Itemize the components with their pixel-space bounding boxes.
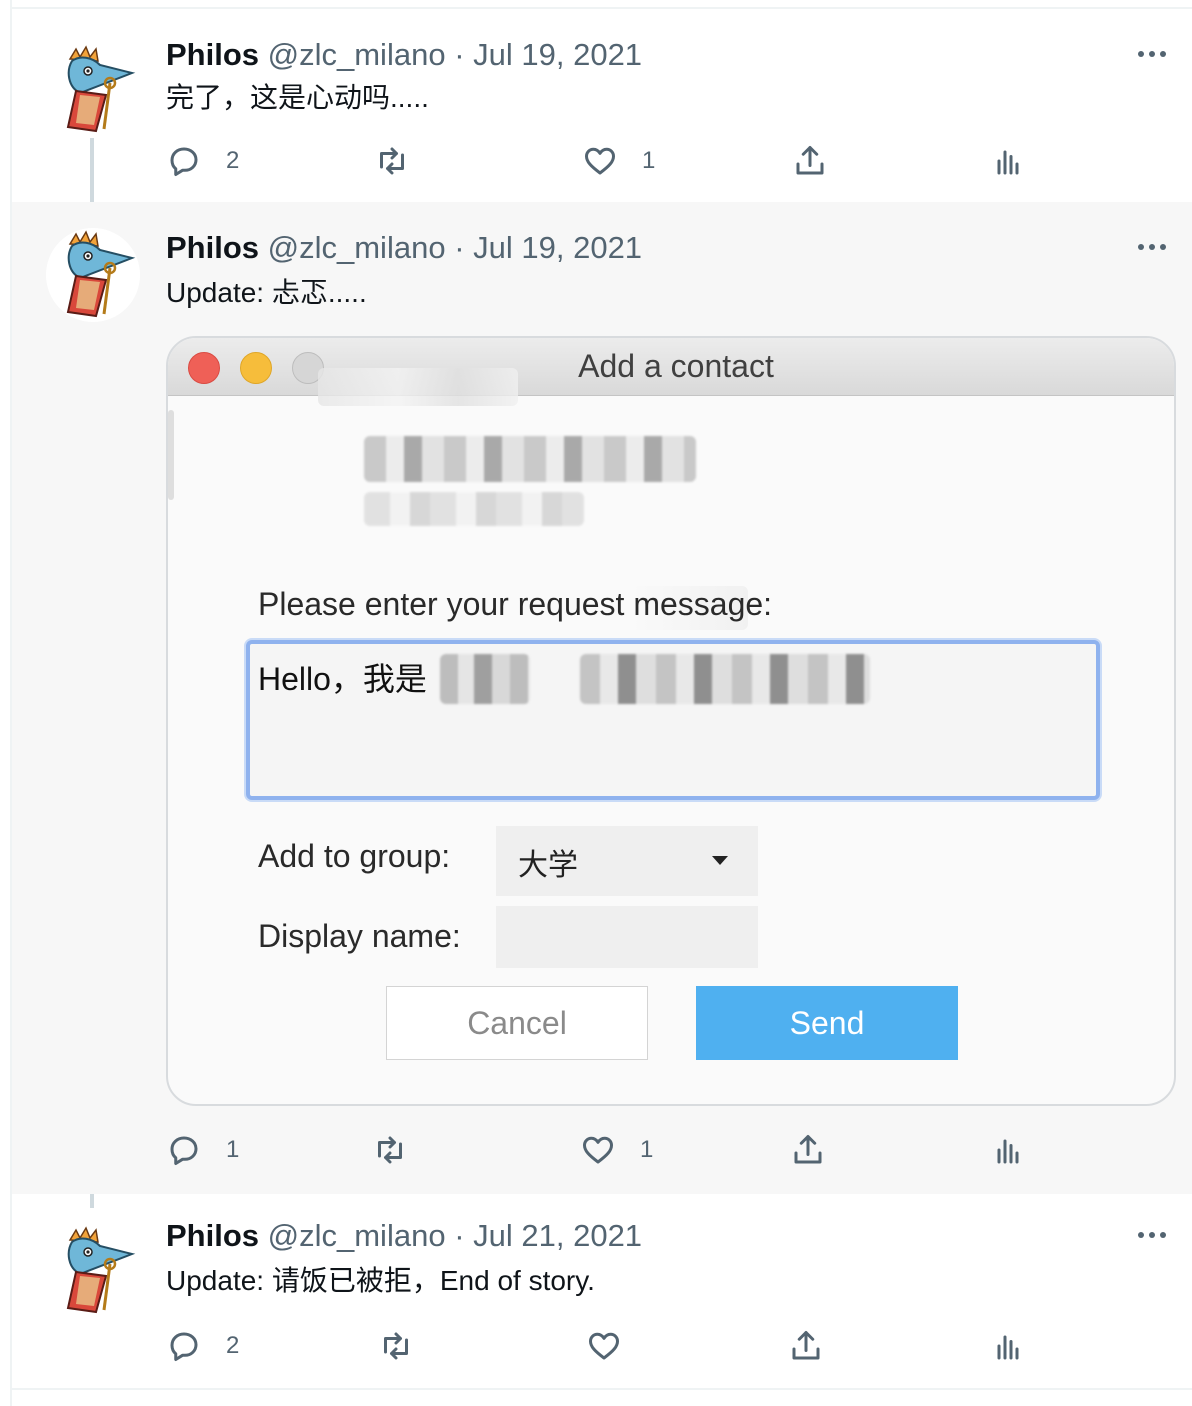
request-message-value: Hello，我是: [258, 661, 427, 697]
avatar[interactable]: [46, 228, 140, 322]
timeline-bottom-border: [12, 1388, 1192, 1390]
like-count: 1: [640, 1136, 654, 1163]
analytics-icon: [997, 1139, 1019, 1164]
share-button[interactable]: [788, 1324, 824, 1368]
more-icon[interactable]: [1132, 39, 1172, 69]
author-name[interactable]: Philos: [166, 1218, 259, 1253]
author-name[interactable]: Philos: [166, 37, 259, 72]
reply-count: 2: [226, 1332, 240, 1359]
heart-icon: [589, 1332, 619, 1360]
display-name-label: Display name:: [258, 918, 461, 954]
author-handle[interactable]: @zlc_milano: [268, 37, 446, 72]
send-button[interactable]: Send: [696, 986, 958, 1060]
retweet-icon: [380, 147, 404, 175]
tweet-actions: 2: [166, 1324, 1026, 1368]
avatar-icon: [46, 43, 140, 137]
tweet-text: Update: 请饭已被拒，End of story.: [166, 1265, 595, 1296]
redacted-area: [580, 654, 870, 704]
reply-count: 2: [226, 147, 240, 174]
request-message-input[interactable]: Hello，我是: [246, 640, 1100, 800]
like-button[interactable]: [586, 1324, 622, 1368]
retweet-icon: [384, 1332, 408, 1360]
display-name-input[interactable]: [496, 906, 758, 968]
share-icon: [794, 1135, 822, 1164]
separator-dot: ·: [454, 1218, 465, 1253]
avatar-icon: [46, 1224, 140, 1318]
tweet-date[interactable]: Jul 19, 2021: [473, 230, 642, 265]
author-name[interactable]: Philos: [166, 230, 259, 265]
reply-icon: [170, 1136, 198, 1165]
share-button[interactable]: [790, 1128, 826, 1172]
redacted-area: [318, 368, 518, 406]
analytics-icon: [997, 1335, 1019, 1360]
tweet-actions: 2 1: [166, 139, 1026, 183]
redacted-area: [440, 654, 530, 704]
redacted-area: [168, 410, 174, 500]
like-button[interactable]: 1: [580, 1128, 653, 1172]
retweet-button[interactable]: [374, 139, 410, 183]
tweet[interactable]: Philos @zlc_milano · Jul 19, 2021 完了，这是心…: [12, 9, 1192, 202]
reply-button[interactable]: 2: [166, 1324, 239, 1368]
chevron-down-icon: [712, 856, 728, 865]
avatar[interactable]: [46, 1224, 140, 1318]
cancel-button[interactable]: Cancel: [386, 986, 648, 1060]
like-button[interactable]: 1: [582, 139, 655, 183]
redacted-area: [364, 436, 696, 482]
author-handle[interactable]: @zlc_milano: [268, 1218, 446, 1253]
reply-count: 1: [226, 1136, 240, 1163]
group-select-value: 大学: [518, 849, 578, 882]
redacted-area: [364, 492, 584, 526]
request-message-label: Please enter your request message:: [258, 586, 773, 622]
more-icon[interactable]: [1132, 232, 1172, 262]
author-handle[interactable]: @zlc_milano: [268, 230, 446, 265]
reply-icon: [170, 1332, 198, 1361]
analytics-icon: [997, 150, 1019, 175]
more-icon[interactable]: [1132, 1220, 1172, 1250]
retweet-button[interactable]: [378, 1324, 414, 1368]
share-button[interactable]: [792, 139, 828, 183]
tweet[interactable]: Philos @zlc_milano · Jul 21, 2021 Update…: [12, 1194, 1192, 1388]
like-count: 1: [642, 147, 656, 174]
tweet-header: Philos @zlc_milano · Jul 19, 2021: [166, 228, 642, 268]
analytics-button[interactable]: [990, 1324, 1026, 1368]
tweet-text: Update: 忐忑.....: [166, 277, 367, 308]
analytics-button[interactable]: [990, 1128, 1026, 1172]
tweet-media-screenshot[interactable]: Add a contact Please enter your request …: [166, 336, 1176, 1106]
retweet-button[interactable]: [372, 1128, 408, 1172]
heart-icon: [583, 1136, 613, 1164]
share-icon: [792, 1331, 820, 1360]
analytics-button[interactable]: [990, 139, 1026, 183]
separator-dot: ·: [454, 230, 465, 265]
tweet-text: 完了，这是心动吗.....: [166, 82, 429, 113]
tweet-header: Philos @zlc_milano · Jul 19, 2021: [166, 35, 642, 75]
avatar-icon: [46, 228, 140, 322]
separator-dot: ·: [454, 37, 465, 72]
reply-icon: [170, 147, 198, 176]
tweet-date[interactable]: Jul 19, 2021: [473, 37, 642, 72]
tweet-date[interactable]: Jul 21, 2021: [473, 1218, 642, 1253]
avatar[interactable]: [46, 43, 140, 137]
retweet-icon: [378, 1136, 402, 1164]
tweet-header: Philos @zlc_milano · Jul 21, 2021: [166, 1216, 642, 1256]
reply-button[interactable]: 1: [166, 1128, 239, 1172]
share-icon: [796, 146, 824, 175]
reply-button[interactable]: 2: [166, 139, 239, 183]
heart-icon: [585, 147, 615, 175]
group-select[interactable]: 大学: [496, 826, 758, 896]
add-to-group-label: Add to group:: [258, 838, 451, 874]
tweet-actions: 1 1: [166, 1128, 1026, 1172]
